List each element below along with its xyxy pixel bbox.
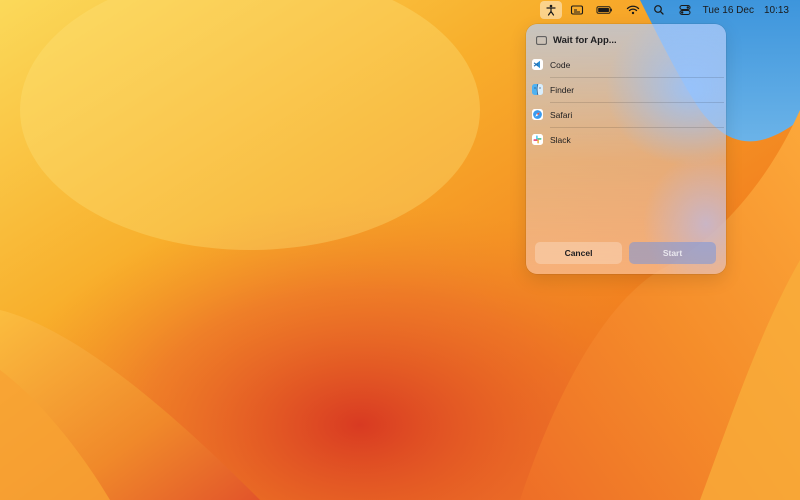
panel-header: Wait for App... (536, 32, 617, 48)
menubar-time[interactable]: 10:13 (761, 5, 792, 16)
app-row-finder[interactable]: Finder (526, 77, 726, 102)
app-row-slack[interactable]: Slack (526, 127, 726, 152)
app-label: Slack (550, 134, 571, 145)
finder-icon (532, 84, 543, 95)
control-center-icon[interactable] (674, 1, 696, 19)
cancel-button[interactable]: Cancel (535, 242, 622, 264)
app-label: Finder (550, 84, 575, 95)
app-list: Code Finder Safari Slack (526, 52, 726, 152)
panel-title: Wait for App... (553, 34, 617, 46)
window-icon (536, 35, 547, 45)
wifi-icon[interactable] (622, 1, 644, 19)
app-row-code[interactable]: Code (526, 52, 726, 77)
safari-icon (532, 109, 543, 120)
menubar-date[interactable]: Tue 16 Dec (700, 5, 757, 16)
wait-for-app-panel: Wait for App... Code Finder Safari Slack (526, 24, 726, 274)
slack-icon (532, 134, 543, 145)
vscode-icon (532, 59, 543, 70)
app-label: Code (550, 59, 571, 70)
accessibility-icon[interactable] (539, 1, 562, 19)
search-icon[interactable] (648, 1, 670, 19)
app-row-safari[interactable]: Safari (526, 102, 726, 127)
caption-icon[interactable] (566, 1, 588, 19)
battery-icon[interactable] (592, 1, 618, 19)
start-button[interactable]: Start (629, 242, 716, 264)
menu-bar: Tue 16 Dec 10:13 (0, 0, 800, 20)
app-label: Safari (550, 109, 573, 120)
